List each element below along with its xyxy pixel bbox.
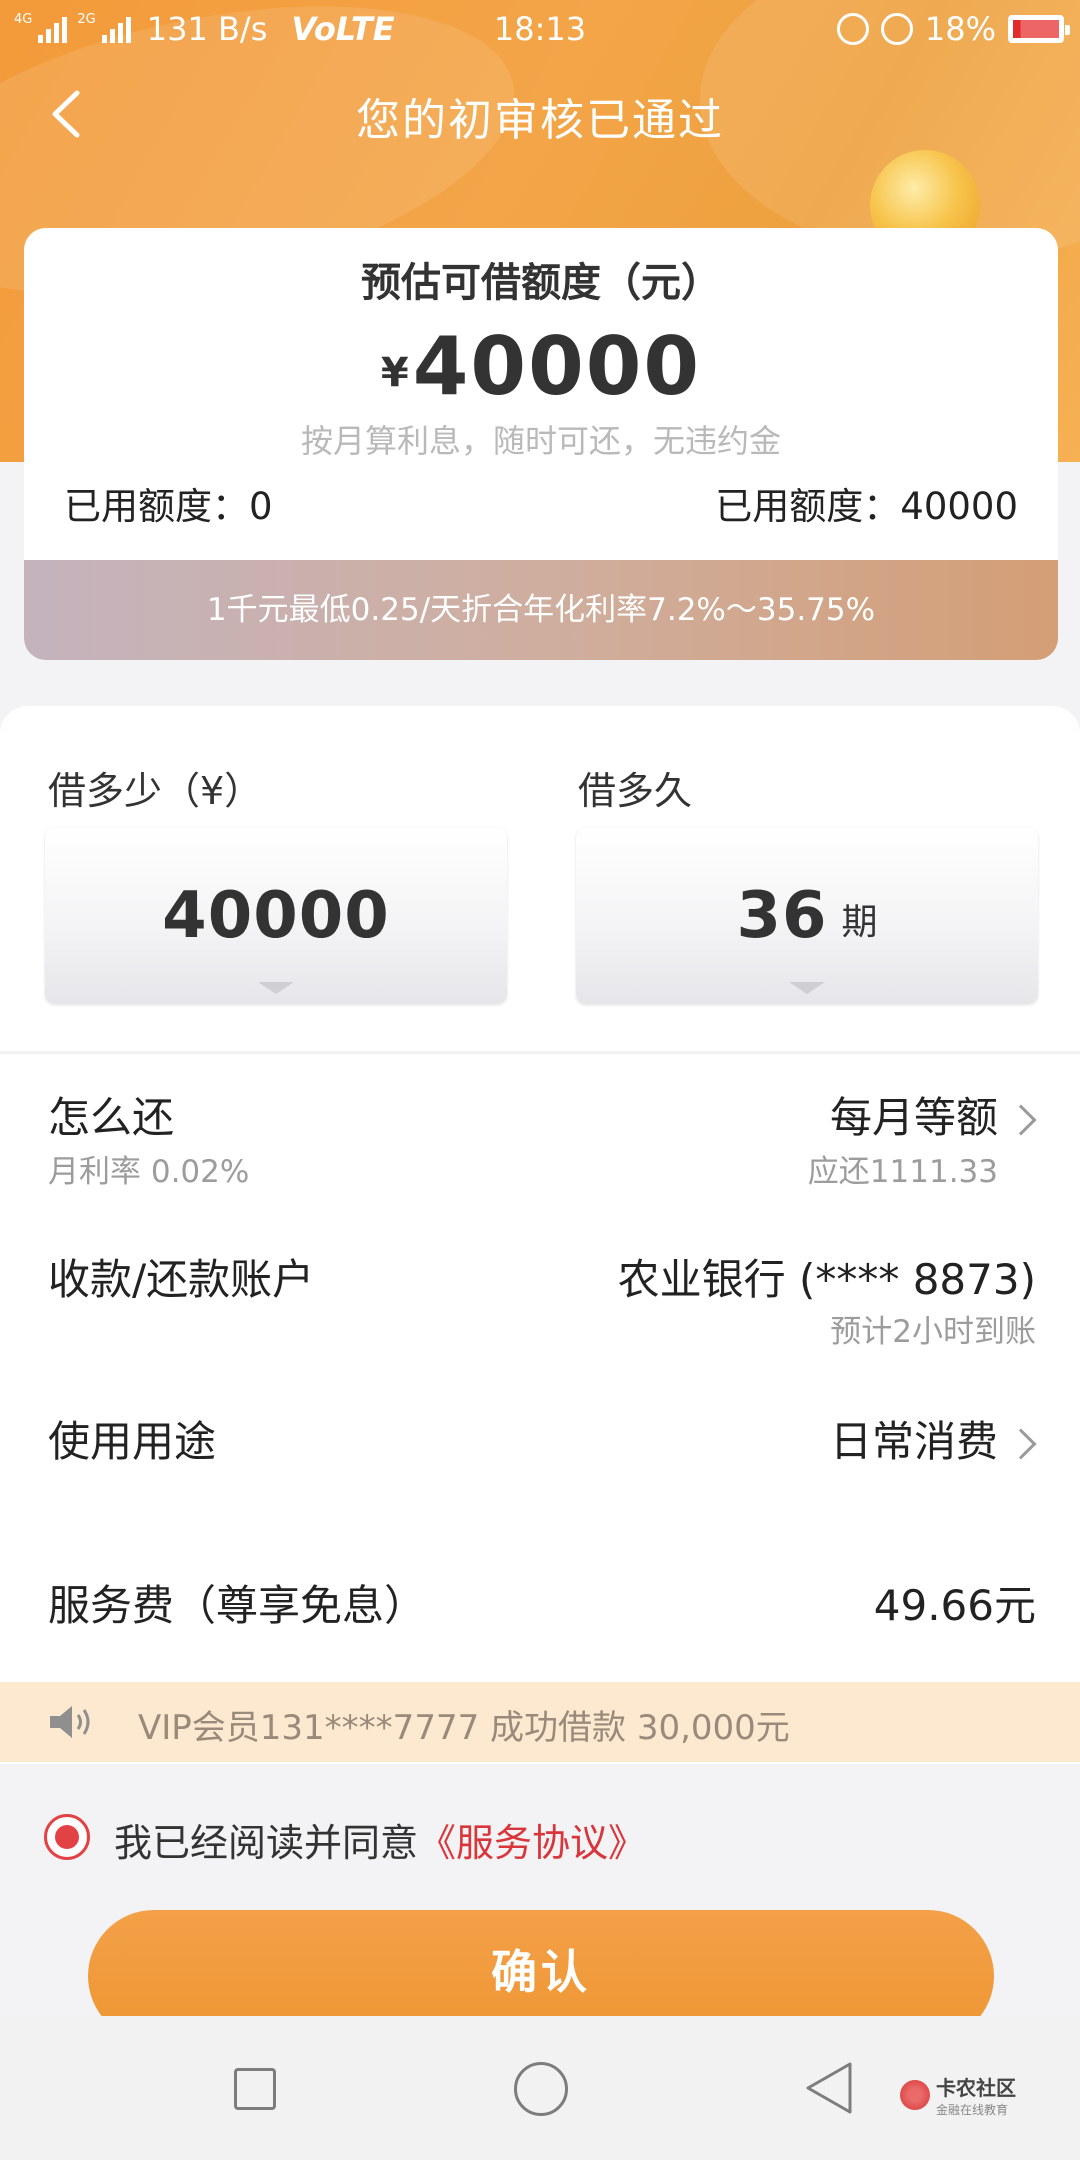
term-value: 36	[736, 879, 828, 953]
credit-limit-card: 预估可借额度（元） ¥40000 按月算利息，随时可还，无违约金 已用额度：0 …	[24, 228, 1058, 660]
term-unit: 期	[841, 902, 878, 943]
limit-subtitle: 按月算利息，随时可还，无违约金	[300, 422, 781, 460]
watermark-logo-icon	[900, 2080, 930, 2110]
amount-picker[interactable]: 40000	[45, 828, 507, 1004]
amount-value: 40000	[162, 879, 390, 953]
used-limit-right: 已用额度：40000	[715, 485, 1018, 528]
watermark-subtext: 金融在线教育	[936, 2103, 1009, 2117]
agreement-prefix: 我已经阅读并同意	[114, 1821, 419, 1865]
page-title: 您的初审核已通过	[356, 95, 724, 146]
loan-form-panel: 借多少（¥） 借多久 40000 36 期 怎么还 月利率 0.02% 每月等额…	[0, 706, 1080, 1764]
account-value: 农业银行 (**** 8873)	[617, 1255, 1036, 1304]
agreement-text: 我已经阅读并同意《服务协议》	[114, 1812, 646, 1867]
watermark-text: 卡农社区	[936, 2076, 1016, 2100]
speaker-icon	[50, 1706, 90, 1738]
account-label: 收款/还款账户	[48, 1255, 315, 1304]
battery-percent: 18%	[924, 10, 996, 48]
agreement-radio[interactable]	[44, 1814, 90, 1860]
chevron-right-icon[interactable]	[1005, 1428, 1037, 1460]
status-bar: 4G 2G 131 B/s VoLTE 18:13 18%	[0, 0, 1080, 58]
limit-title: 预估可借额度（元）	[361, 260, 721, 306]
purpose-value[interactable]: 日常消费	[830, 1408, 998, 1469]
caret-down-icon	[789, 982, 825, 994]
repay-method-label: 怎么还	[48, 1093, 175, 1142]
limit-amount-value: 40000	[412, 320, 702, 413]
term-picker[interactable]: 36 期	[576, 828, 1038, 1004]
recent-apps-button[interactable]	[234, 2068, 276, 2110]
back-triangle-icon[interactable]	[804, 2060, 854, 2116]
currency-symbol: ¥	[380, 350, 409, 396]
limit-amount: ¥40000	[24, 320, 1058, 413]
alarm-icon	[880, 13, 913, 45]
term-label: 借多久	[578, 769, 693, 813]
announcement-text: VIP会员131****7777 成功借款 30,000元	[138, 1708, 790, 1748]
monthly-payment: 应还1111.33	[807, 1154, 998, 1190]
service-agreement-link[interactable]: 《服务协议》	[418, 1821, 646, 1865]
repay-method-value[interactable]: 每月等额	[830, 1084, 998, 1145]
monthly-rate: 月利率 0.02%	[48, 1154, 250, 1190]
arrival-time: 预计2小时到账	[830, 1314, 1036, 1350]
interest-rate-banner: 1千元最低0.25/天折合年化利率7.2%～35.75%	[24, 560, 1058, 660]
divider	[0, 1051, 1080, 1054]
purpose-label: 使用用途	[48, 1417, 217, 1466]
chevron-right-icon[interactable]	[1005, 1104, 1037, 1136]
announcement-bar: VIP会员131****7777 成功借款 30,000元	[0, 1682, 1080, 1762]
service-fee-value: 49.66元	[873, 1581, 1036, 1630]
caret-down-icon	[258, 982, 294, 994]
amount-label: 借多少（¥）	[48, 769, 263, 813]
system-nav-bar: 卡农社区 金融在线教育	[0, 2016, 1080, 2160]
watermark: 卡农社区 金融在线教育	[900, 2072, 1016, 2118]
rotation-lock-icon	[836, 13, 869, 45]
home-button[interactable]	[514, 2062, 568, 2116]
service-fee-label: 服务费（尊享免息）	[48, 1581, 427, 1630]
battery-icon	[1008, 15, 1070, 43]
used-limit-left: 已用额度：0	[64, 485, 273, 528]
